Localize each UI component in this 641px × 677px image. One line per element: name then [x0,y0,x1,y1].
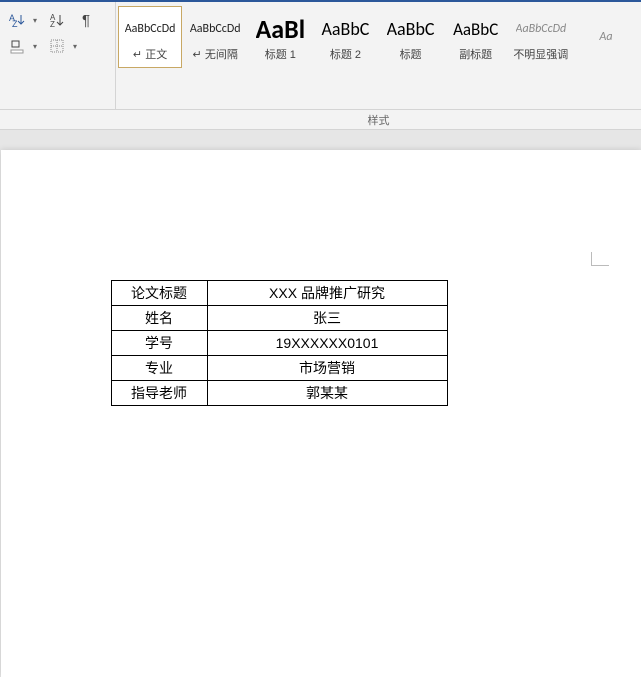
sort-az-button[interactable]: AZ [44,9,70,31]
table-cell-value[interactable]: 市场营销 [207,356,447,381]
style-item[interactable]: AaBbC标题 [379,6,443,68]
styles-gallery[interactable]: AaBbCcDd↵ 正文AaBbCcDd↵ 无间隔AaBl标题 1AaBbC标题… [116,2,641,109]
ribbon-group-labels: 样式 [0,110,641,130]
table-cell-label[interactable]: 学号 [111,331,207,356]
style-name-label: 标题 1 [265,46,296,62]
style-preview: Aa [599,20,612,54]
table-row[interactable]: 指导老师郭某某 [111,381,447,406]
style-preview: AaBbC [453,12,498,46]
dropdown-caret: ▾ [73,42,81,51]
dropdown-caret: ▾ [33,16,41,25]
style-item[interactable]: AaBl标题 1 [248,6,312,68]
style-name-label: 标题 [400,46,422,62]
style-item[interactable]: Aa [574,6,638,68]
table-row[interactable]: 论文标题XXX 品牌推广研究 [111,281,447,306]
paragraph-group: AZ ▾ AZ ¶ ▾ ▾ [0,2,116,109]
styles-group-label: 样式 [116,112,641,128]
fill-color-button[interactable] [4,35,30,57]
table-row[interactable]: 学号19XXXXXX0101 [111,331,447,356]
style-item[interactable]: AaBbCcDd↵ 无间隔 [183,6,247,68]
thesis-info-table[interactable]: 论文标题XXX 品牌推广研究姓名张三学号19XXXXXX0101专业市场营销指导… [111,280,448,406]
borders-button[interactable] [44,35,70,57]
ribbon: AZ ▾ AZ ¶ ▾ ▾ AaBbCcDd↵ 正文AaBbCcDd↵ 无间隔A… [0,2,641,110]
document-area: 论文标题XXX 品牌推广研究姓名张三学号19XXXXXX0101专业市场营销指导… [0,130,641,677]
style-name-label: ↵ 正文 [133,46,167,62]
table-cell-label[interactable]: 指导老师 [111,381,207,406]
table-row[interactable]: 专业市场营销 [111,356,447,381]
svg-text:Z: Z [12,19,18,28]
margin-corner-mark [591,252,609,266]
style-item[interactable]: AaBbC副标题 [444,6,508,68]
style-preview: AaBl [256,12,306,46]
table-cell-value[interactable]: 郭某某 [207,381,447,406]
style-preview: AaBbC [387,12,435,46]
style-name-label: ↵ 无间隔 [193,46,238,62]
dropdown-caret: ▾ [33,42,41,51]
style-preview: AaBbC [321,12,369,46]
style-name-label: 标题 2 [330,46,361,62]
style-preview: AaBbCcDd [516,12,567,46]
table-cell-value[interactable]: 19XXXXXX0101 [207,331,447,356]
style-name-label: 不明显强调 [513,46,568,62]
table-cell-label[interactable]: 论文标题 [111,281,207,306]
sort-button[interactable]: AZ [4,9,30,31]
style-item[interactable]: AaBbC标题 2 [313,6,377,68]
table-cell-label[interactable]: 专业 [111,356,207,381]
style-item[interactable]: AaBbCcDd不明显强调 [509,6,573,68]
table-cell-label[interactable]: 姓名 [111,306,207,331]
style-preview: AaBbCcDd [190,12,241,46]
svg-text:Z: Z [50,20,55,28]
table-cell-value[interactable]: XXX 品牌推广研究 [207,281,447,306]
table-cell-value[interactable]: 张三 [207,306,447,331]
style-preview: AaBbCcDd [125,12,176,46]
table-row[interactable]: 姓名张三 [111,306,447,331]
style-item[interactable]: AaBbCcDd↵ 正文 [118,6,182,68]
document-page[interactable]: 论文标题XXX 品牌推广研究姓名张三学号19XXXXXX0101专业市场营销指导… [1,150,641,677]
show-marks-button[interactable]: ¶ [73,9,99,31]
style-name-label: 副标题 [459,46,492,62]
